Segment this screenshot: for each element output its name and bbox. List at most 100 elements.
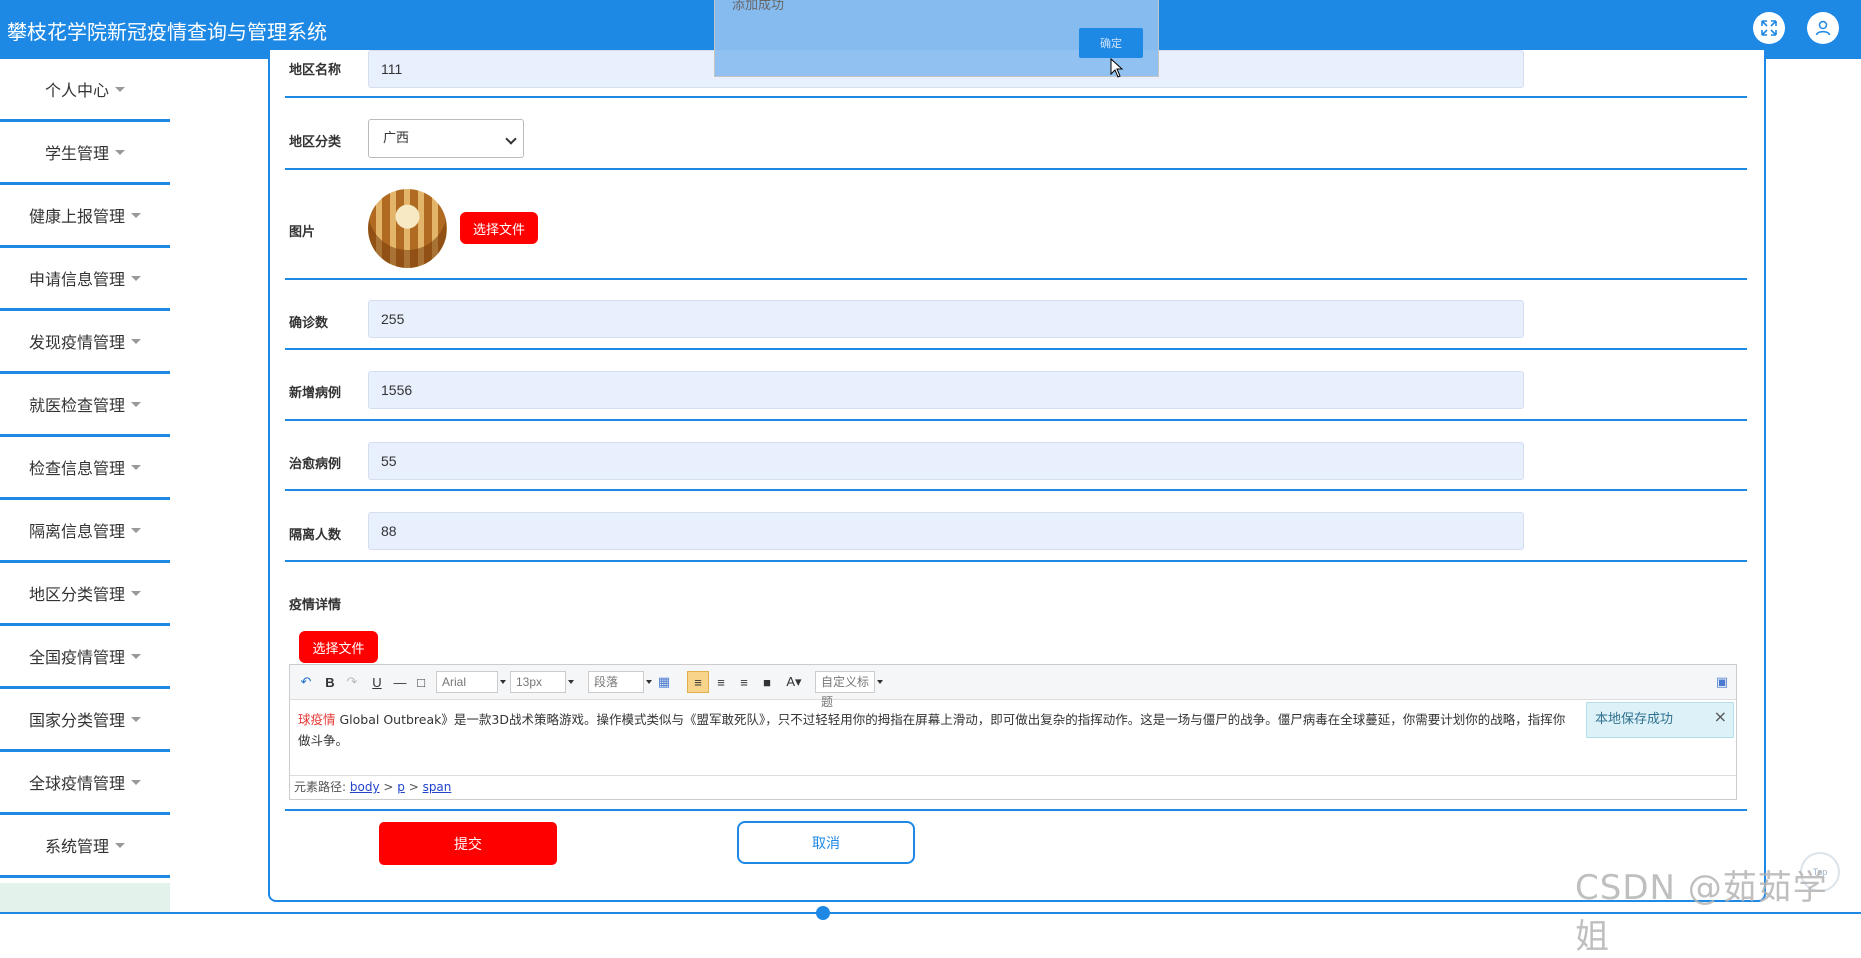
- sidebar-item-label: 全球疫情管理: [28, 774, 125, 793]
- preview-icon[interactable]: ▣: [1714, 673, 1730, 691]
- underline-icon[interactable]: U: [369, 673, 385, 691]
- path-link-body[interactable]: body: [350, 780, 380, 794]
- cancel-button[interactable]: 取消: [737, 821, 915, 864]
- quarantined-label: 隔离人数: [289, 528, 342, 543]
- font-family-select[interactable]: Arial: [436, 671, 506, 693]
- caret-down-icon: [131, 527, 141, 533]
- sidebar: 个人中心 学生管理 健康上报管理 申请信息管理 发现疫情管理 就医检查管理 检查…: [0, 59, 170, 914]
- confirmed-input[interactable]: 255: [368, 300, 1524, 338]
- recovered-label: 治愈病例: [289, 457, 342, 472]
- user-icon[interactable]: [1807, 12, 1839, 44]
- region-category-value: 广西: [383, 131, 410, 146]
- path-link-p[interactable]: p: [397, 780, 405, 794]
- sidebar-item-personal-center[interactable]: 个人中心: [0, 59, 170, 122]
- row-divider: [285, 96, 1747, 98]
- dialog-message: 添加成功: [732, 0, 785, 13]
- align-justify-icon[interactable]: ■: [759, 673, 775, 691]
- editor-content-text: Global Outbreak》是一款3D战术策略游戏。操作模式类似与《盟军敢死…: [335, 712, 1566, 727]
- editor-content-highlight: 球疫情: [298, 712, 336, 727]
- sidebar-item-region-categories[interactable]: 地区分类管理: [0, 563, 170, 626]
- align-left-icon[interactable]: ≡: [687, 671, 709, 693]
- font-family-value: Arial: [442, 675, 467, 689]
- sidebar-item-label: 检查信息管理: [28, 459, 125, 478]
- sidebar-item-label: 隔离信息管理: [28, 522, 125, 541]
- dialog-ok-button[interactable]: 确定: [1079, 28, 1143, 58]
- choose-image-file-button[interactable]: 选择文件: [460, 212, 538, 244]
- horizontal-rule-icon[interactable]: —: [392, 673, 408, 691]
- caret-down-icon: [131, 338, 141, 344]
- new-cases-input[interactable]: 1556: [368, 371, 1524, 409]
- region-category-select[interactable]: 广西: [368, 119, 524, 158]
- caret-down-icon: [115, 149, 125, 155]
- caret-down-icon: [131, 275, 141, 281]
- watermark: CSDN @茹茹学姐: [1575, 868, 1828, 957]
- recovered-input[interactable]: 55: [368, 442, 1524, 480]
- sidebar-item-national-epidemic[interactable]: 全国疫情管理: [0, 626, 170, 689]
- path-link-span[interactable]: span: [423, 780, 452, 794]
- sidebar-item-label: 系统管理: [44, 837, 109, 856]
- confirmed-label: 确诊数: [289, 316, 329, 331]
- row-divider: [285, 419, 1747, 421]
- sidebar-item-label: 学生管理: [44, 144, 109, 163]
- caret-down-icon: [131, 779, 141, 785]
- sidebar-item-label: 申请信息管理: [28, 270, 125, 289]
- row-divider: [285, 809, 1747, 811]
- details-label: 疫情详情: [289, 598, 342, 613]
- dropdown-arrow-icon: [646, 680, 652, 684]
- editor-toolbar: ↶ B ↷ U — □ Arial 13px 段落 ▦ ≡ ≡ ≡ ■ A▾ 自…: [290, 665, 1736, 709]
- row-divider: [285, 560, 1747, 562]
- sidebar-item-global-epidemic[interactable]: 全球疫情管理: [0, 752, 170, 815]
- image-label: 图片: [289, 225, 316, 240]
- font-color-icon[interactable]: A▾: [784, 673, 804, 691]
- rich-text-editor[interactable]: ↶ B ↷ U — □ Arial 13px 段落 ▦ ≡ ≡ ≡ ■ A▾ 自…: [289, 664, 1737, 800]
- toast-message: 本地保存成功: [1595, 712, 1674, 727]
- table-icon[interactable]: ▦: [656, 673, 672, 691]
- dropdown-arrow-icon: [568, 680, 574, 684]
- sidebar-item-medical-checks[interactable]: 就医检查管理: [0, 374, 170, 437]
- close-icon[interactable]: ×: [1714, 700, 1727, 734]
- sidebar-item-system[interactable]: 系统管理: [0, 815, 170, 878]
- caret-down-icon: [115, 842, 125, 848]
- caret-down-icon: [131, 464, 141, 470]
- sidebar-item-students[interactable]: 学生管理: [0, 122, 170, 185]
- sidebar-item-label: 个人中心: [44, 81, 109, 100]
- row-divider: [285, 348, 1747, 350]
- quarantined-input[interactable]: 88: [368, 512, 1524, 550]
- document-icon[interactable]: □: [414, 673, 428, 691]
- caret-down-icon: [131, 716, 141, 722]
- sidebar-item-discovered-cases[interactable]: 发现疫情管理: [0, 311, 170, 374]
- sidebar-item-quarantine-info[interactable]: 隔离信息管理: [0, 500, 170, 563]
- align-center-icon[interactable]: ≡: [736, 673, 752, 691]
- row-divider: [285, 278, 1747, 280]
- chevron-down-icon: [505, 133, 517, 145]
- row-divider: [285, 168, 1747, 170]
- mouse-cursor-icon: [1110, 58, 1124, 78]
- fullscreen-icon[interactable]: [1753, 12, 1785, 44]
- sidebar-item-check-info[interactable]: 检查信息管理: [0, 437, 170, 500]
- sidebar-item-health-report[interactable]: 健康上报管理: [0, 185, 170, 248]
- paragraph-value: 段落: [594, 675, 619, 689]
- sidebar-item-label: 地区分类管理: [28, 585, 125, 604]
- redo-icon[interactable]: ↷: [344, 673, 360, 691]
- row-divider: [285, 489, 1747, 491]
- caret-down-icon: [115, 86, 125, 92]
- bold-icon[interactable]: B: [322, 673, 338, 691]
- choose-details-file-button[interactable]: 选择文件: [299, 631, 378, 663]
- paragraph-select[interactable]: 段落: [588, 671, 652, 693]
- custom-title-select[interactable]: 自定义标题: [815, 671, 883, 709]
- sidebar-item-applications[interactable]: 申请信息管理: [0, 248, 170, 311]
- font-size-select[interactable]: 13px: [510, 671, 574, 693]
- dropdown-arrow-icon: [877, 680, 883, 684]
- caret-down-icon: [131, 590, 141, 596]
- sidebar-item-label: 健康上报管理: [28, 207, 125, 226]
- sidebar-item-label: 国家分类管理: [28, 711, 125, 730]
- sidebar-item-label: 就医检查管理: [28, 396, 125, 415]
- submit-button[interactable]: 提交: [379, 822, 557, 865]
- undo-icon[interactable]: ↶: [298, 673, 314, 691]
- caret-down-icon: [131, 653, 141, 659]
- editor-content[interactable]: 球疫情 Global Outbreak》是一款3D战术策略游戏。操作模式类似与《…: [298, 709, 1588, 751]
- editor-content-line2: 做斗争。: [298, 733, 349, 748]
- new-cases-label: 新增病例: [289, 386, 342, 401]
- sidebar-item-country-categories[interactable]: 国家分类管理: [0, 689, 170, 752]
- align-right-icon[interactable]: ≡: [713, 673, 729, 691]
